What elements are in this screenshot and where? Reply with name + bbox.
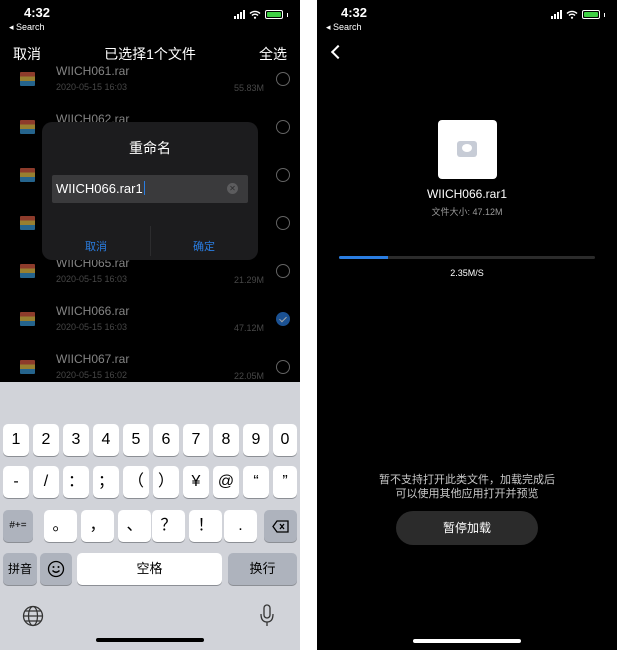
backspace-key[interactable] xyxy=(264,510,297,542)
dialog-title: 重命名 xyxy=(129,140,171,156)
key-6[interactable]: 6 xyxy=(153,424,179,456)
key-yen[interactable]: ¥ xyxy=(183,466,209,498)
key-colon[interactable]: ： xyxy=(63,466,89,498)
symbols-shift-key[interactable]: #+= xyxy=(3,510,33,542)
file-size: 文件大小: 47.12M xyxy=(431,207,503,217)
status-time: 4:32 xyxy=(24,5,51,20)
key-comma-cn[interactable]: ， xyxy=(81,510,114,542)
key-open-quote[interactable]: “ xyxy=(243,466,269,498)
download-progress-bar xyxy=(339,256,595,259)
key-dot[interactable]: . xyxy=(224,510,257,542)
battery-icon xyxy=(582,10,600,19)
file-name: WIICH066.rar1 xyxy=(426,187,508,201)
status-bar: 4:32 ◂ Search xyxy=(317,0,617,36)
key-open-paren[interactable]: （ xyxy=(123,466,149,498)
status-bar: 4:32 ◂ Search xyxy=(0,0,300,36)
back-to-search[interactable]: ◂ Search xyxy=(326,22,362,33)
chevron-left-icon xyxy=(330,44,346,60)
rename-input-value: WIICH066.rar1 xyxy=(56,181,143,196)
key-close-paren[interactable]: ） xyxy=(153,466,179,498)
clear-input-icon[interactable]: ✕ xyxy=(227,183,238,194)
key-7[interactable]: 7 xyxy=(183,424,209,456)
text-caret xyxy=(143,181,145,195)
key-at[interactable]: @ xyxy=(213,466,239,498)
key-semicolon[interactable]: ； xyxy=(93,466,119,498)
emoji-icon xyxy=(47,560,65,578)
key-0[interactable]: 0 xyxy=(273,424,297,456)
note-line-2: 可以使用其他应用打开并预览 xyxy=(395,488,539,500)
space-key[interactable]: 空格 xyxy=(77,553,222,585)
key-1[interactable]: 1 xyxy=(3,424,29,456)
rename-input[interactable]: WIICH066.rar1 ✕ xyxy=(52,175,248,203)
key-exclaim[interactable]: ！ xyxy=(189,510,222,542)
key-9[interactable]: 9 xyxy=(243,424,269,456)
wifi-icon xyxy=(566,10,578,19)
unsupported-note: 暂不支持打开此类文件，加载完成后 可以使用其他应用打开并预览 xyxy=(317,473,617,501)
emoji-key[interactable] xyxy=(40,553,72,585)
back-to-search[interactable]: ◂ Search xyxy=(9,22,45,33)
key-8[interactable]: 8 xyxy=(213,424,239,456)
file-thumbnail xyxy=(438,120,497,179)
return-key[interactable]: 换行 xyxy=(228,553,297,585)
backspace-icon xyxy=(271,520,289,533)
status-icons xyxy=(234,10,288,19)
status-icons xyxy=(551,10,605,19)
download-speed: 2.35M/S xyxy=(450,268,484,278)
key-3[interactable]: 3 xyxy=(63,424,89,456)
battery-icon xyxy=(265,10,283,19)
progress-fill xyxy=(339,256,388,259)
key-slash[interactable]: / xyxy=(33,466,59,498)
dialog-confirm-button[interactable]: 确定 xyxy=(150,238,258,254)
dialog-cancel-button[interactable]: 取消 xyxy=(42,238,150,254)
key-2[interactable]: 2 xyxy=(33,424,59,456)
key-5[interactable]: 5 xyxy=(123,424,149,456)
key-close-quote[interactable]: ” xyxy=(273,466,297,498)
key-hyphen[interactable]: - xyxy=(3,466,29,498)
rename-dialog: 重命名 WIICH066.rar1 ✕ 取消 确定 xyxy=(42,122,258,260)
pause-loading-button[interactable]: 暂停加载 xyxy=(396,511,538,545)
key-4[interactable]: 4 xyxy=(93,424,119,456)
home-indicator[interactable] xyxy=(413,639,521,643)
signal-icon xyxy=(234,10,245,19)
globe-icon[interactable] xyxy=(22,605,44,627)
key-period-cn[interactable]: 。 xyxy=(44,510,77,542)
right-screen: 4:32 ◂ Search WIICH066.rar1 文件大小: 47.12M… xyxy=(317,0,617,650)
wifi-icon xyxy=(249,10,261,19)
note-line-1: 暂不支持打开此类文件，加载完成后 xyxy=(379,474,555,486)
keyboard: 1 2 3 4 5 6 7 8 9 0 - / ： ； （ ） ¥ @ “ ” … xyxy=(0,382,300,650)
key-question[interactable]: ？ xyxy=(152,510,185,542)
pinyin-key[interactable]: 拼音 xyxy=(3,553,37,585)
signal-icon xyxy=(551,10,562,19)
left-screen: 4:32 ◂ Search 取消 已选择1个文件 全选 WIICH061.rar… xyxy=(0,0,300,650)
home-indicator[interactable] xyxy=(96,638,204,642)
cloud-file-icon xyxy=(457,141,477,157)
status-time: 4:32 xyxy=(341,5,368,20)
back-button[interactable] xyxy=(330,44,346,60)
microphone-icon[interactable] xyxy=(259,604,275,628)
key-enum-comma[interactable]: 、 xyxy=(118,510,151,542)
